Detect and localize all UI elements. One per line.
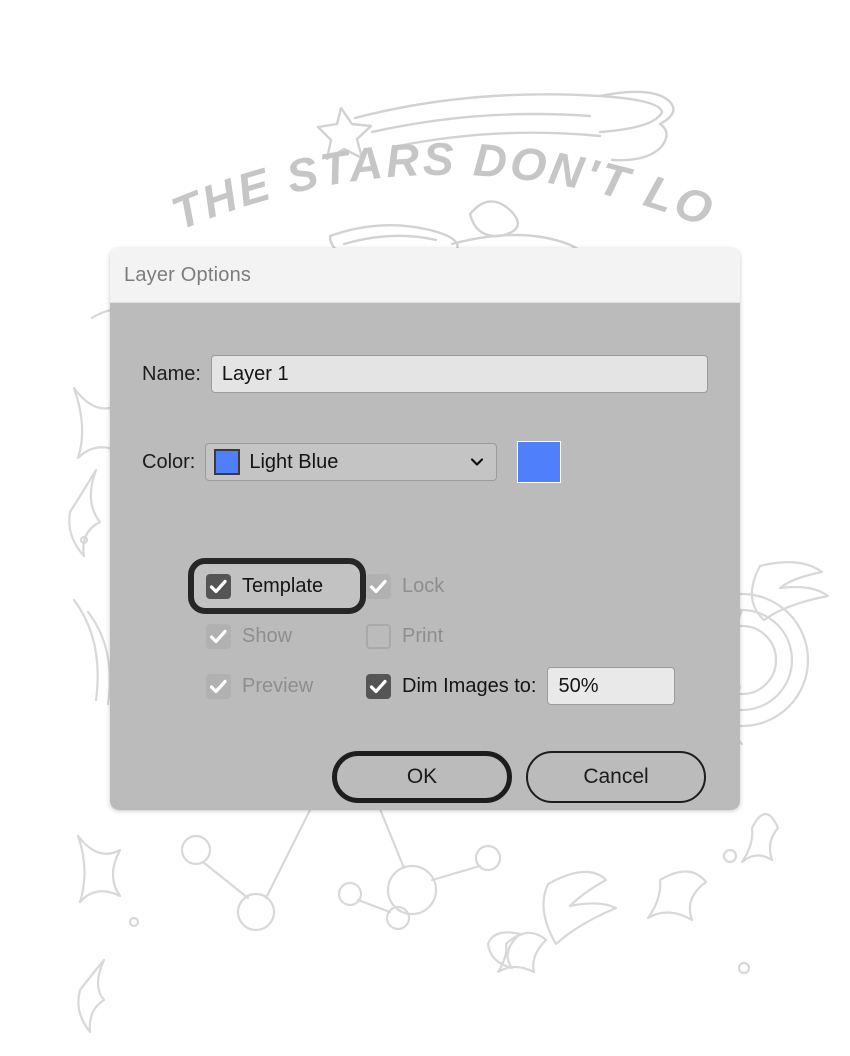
dialog-body: Name: Layer 1 Color: Light Blue Template… bbox=[110, 303, 740, 810]
cancel-button[interactable]: Cancel bbox=[526, 751, 706, 803]
show-checkbox-box bbox=[206, 623, 231, 649]
name-label: Name: bbox=[142, 362, 201, 385]
dim-images-row: Dim Images to: 50% bbox=[366, 661, 676, 711]
name-input[interactable]: Layer 1 bbox=[210, 355, 708, 393]
template-cell-wrap: Template bbox=[188, 558, 366, 614]
checkbox-row-1: Template Lock bbox=[188, 558, 706, 614]
print-checkbox: Print bbox=[366, 611, 443, 661]
dialog-button-bar: OK Cancel bbox=[332, 751, 706, 803]
color-label: Color: bbox=[142, 450, 196, 473]
print-checkbox-box bbox=[366, 623, 391, 649]
chevron-down-icon bbox=[471, 458, 484, 466]
print-label: Print bbox=[402, 624, 444, 647]
dim-images-input[interactable]: 50% bbox=[547, 667, 676, 705]
preview-checkbox: Preview bbox=[206, 661, 366, 711]
show-checkbox: Show bbox=[206, 611, 366, 661]
dialog-title: Layer Options bbox=[124, 263, 252, 286]
dim-images-checkbox[interactable] bbox=[366, 673, 391, 699]
lock-checkbox-box bbox=[366, 573, 391, 599]
lock-label: Lock bbox=[402, 574, 445, 597]
name-row: Name: Layer 1 bbox=[142, 355, 708, 393]
background-headline: THE STARS DON'T LOOK bbox=[0, 0, 722, 240]
template-label: Template bbox=[242, 574, 324, 597]
layer-options-dialog: Layer Options Name: Layer 1 Color: Light… bbox=[110, 248, 740, 810]
checkbox-row-2: Show Print bbox=[206, 611, 706, 661]
preview-label: Preview bbox=[242, 674, 314, 697]
dim-images-label: Dim Images to: bbox=[402, 674, 537, 697]
color-selected-value: Light Blue bbox=[249, 450, 339, 473]
color-row: Color: Light Blue bbox=[142, 441, 708, 483]
layer-options-checkbox-group: Template Lock Show Print Preview Dim Ima… bbox=[188, 558, 706, 711]
show-label: Show bbox=[242, 624, 293, 647]
color-preview-swatch[interactable] bbox=[517, 441, 562, 483]
preview-checkbox-box bbox=[206, 673, 231, 699]
template-checkbox[interactable]: Template bbox=[188, 558, 366, 614]
ok-button[interactable]: OK bbox=[332, 751, 512, 803]
color-swatch-icon bbox=[214, 449, 241, 475]
dialog-titlebar: Layer Options bbox=[110, 248, 740, 303]
template-checkbox-box bbox=[206, 573, 231, 599]
lock-checkbox: Lock bbox=[366, 561, 444, 611]
checkbox-row-3: Preview Dim Images to: 50% bbox=[206, 661, 706, 711]
color-select-dropdown[interactable]: Light Blue bbox=[205, 443, 498, 481]
